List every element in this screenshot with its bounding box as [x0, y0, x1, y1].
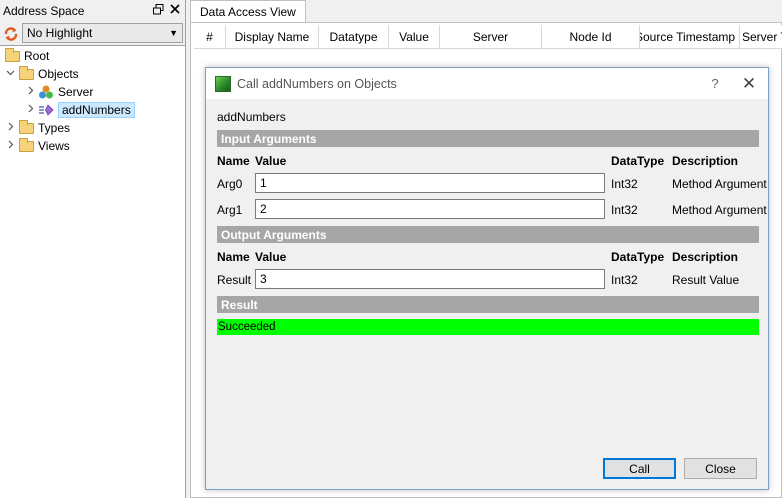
output-arguments-header: Output Arguments: [217, 226, 759, 243]
tab-data-access-view[interactable]: Data Access View: [190, 0, 306, 22]
close-button[interactable]: Close: [684, 458, 757, 479]
column-header-display-name[interactable]: Display Name: [226, 25, 319, 49]
highlight-combo[interactable]: No Highlight ▼: [22, 23, 183, 43]
column-header-value[interactable]: Value: [389, 25, 440, 49]
view-tabs: Data Access View: [190, 0, 782, 22]
address-space-title: Address Space: [3, 4, 85, 18]
output-col-description: Description: [672, 250, 739, 264]
tree-item-label: Objects: [38, 67, 79, 81]
input-arg1-description: Method Argument: [672, 203, 767, 217]
chevron-right-icon[interactable]: [4, 140, 16, 152]
tree-item-label: Types: [38, 121, 71, 135]
output-result-datatype: Int32: [611, 273, 638, 287]
folder-icon: [4, 47, 20, 63]
result-status: Succeeded: [217, 319, 759, 335]
output-col-value: Value: [255, 250, 287, 264]
output-col-datatype: DataType: [611, 250, 665, 264]
data-access-grid-header: # Display Name Datatype Value Server Nod…: [194, 25, 782, 49]
chevron-down-icon: ▼: [169, 28, 178, 38]
dialog-title: Call addNumbers on Objects: [237, 76, 397, 91]
server-object-icon: [38, 85, 54, 99]
column-header-node-id[interactable]: Node Id: [542, 25, 640, 49]
input-arg0-name: Arg0: [217, 177, 243, 191]
dialog-titlebar: Call addNumbers on Objects ? ✕: [206, 68, 768, 99]
highlight-toolbar: No Highlight ▼: [0, 23, 184, 44]
tree-item-label: Root: [24, 49, 50, 63]
highlight-combo-value: No Highlight: [27, 26, 93, 40]
input-arguments-header: Input Arguments: [217, 130, 759, 147]
output-result-name: Result: [217, 273, 252, 287]
input-arg0-field[interactable]: 1: [255, 173, 605, 193]
chevron-right-icon[interactable]: [4, 122, 16, 134]
input-col-datatype: DataType: [611, 154, 665, 168]
help-button[interactable]: ?: [700, 76, 730, 91]
tree-item-label: Views: [38, 139, 70, 153]
column-header-source-timestamp[interactable]: Source Timestamp: [640, 25, 740, 49]
input-arg0-datatype: Int32: [611, 177, 638, 191]
dialog-close-button[interactable]: ✕: [730, 74, 768, 94]
address-space-titlebar: Address Space: [0, 0, 185, 22]
column-header-index[interactable]: #: [194, 25, 226, 49]
call-method-dialog: Call addNumbers on Objects ? ✕ addNumber…: [205, 67, 769, 490]
app-icon: [215, 75, 231, 92]
folder-icon: [18, 137, 34, 153]
output-result-field[interactable]: 3: [255, 269, 605, 289]
tree-item-root[interactable]: Root: [2, 47, 49, 65]
column-header-datatype[interactable]: Datatype: [319, 25, 389, 49]
tree-item-types[interactable]: Types: [4, 119, 70, 137]
input-arg1-name: Arg1: [217, 203, 243, 217]
close-icon[interactable]: [168, 4, 182, 18]
call-button[interactable]: Call: [603, 458, 676, 479]
address-space-tree: Root Objects Server addNumbers Types Vie…: [0, 45, 185, 498]
column-header-server-timestamp[interactable]: Server T: [740, 25, 782, 49]
output-col-name: Name: [217, 250, 250, 264]
tree-item-label: Server: [58, 85, 94, 99]
tree-item-addnumbers[interactable]: addNumbers: [24, 101, 135, 119]
column-header-label: Source Timestamp: [640, 30, 736, 44]
chevron-down-icon[interactable]: [4, 68, 16, 80]
tree-item-views[interactable]: Views: [4, 137, 70, 155]
input-col-name: Name: [217, 154, 250, 168]
folder-icon: [18, 65, 34, 81]
tree-item-objects[interactable]: Objects: [4, 65, 79, 83]
input-col-description: Description: [672, 154, 739, 168]
chevron-right-icon[interactable]: [24, 104, 36, 116]
method-icon: [38, 103, 54, 117]
float-icon[interactable]: [151, 4, 165, 18]
input-arg1-datatype: Int32: [611, 203, 638, 217]
input-arg1-field[interactable]: 2: [255, 199, 605, 219]
input-col-value: Value: [255, 154, 287, 168]
column-header-server[interactable]: Server: [440, 25, 542, 49]
folder-icon: [18, 119, 34, 135]
input-arg0-description: Method Argument: [672, 177, 767, 191]
refresh-icon[interactable]: [2, 25, 20, 43]
tree-item-label: addNumbers: [58, 102, 135, 118]
address-space-panel: Address Space No Highlight ▼ Root Object…: [0, 0, 186, 498]
tree-item-server[interactable]: Server: [24, 83, 93, 101]
chevron-right-icon[interactable]: [24, 86, 36, 98]
output-result-description: Result Value: [672, 273, 740, 287]
method-name: addNumbers: [217, 110, 286, 124]
column-header-label: Server T: [742, 30, 782, 44]
result-header: Result: [217, 296, 759, 313]
